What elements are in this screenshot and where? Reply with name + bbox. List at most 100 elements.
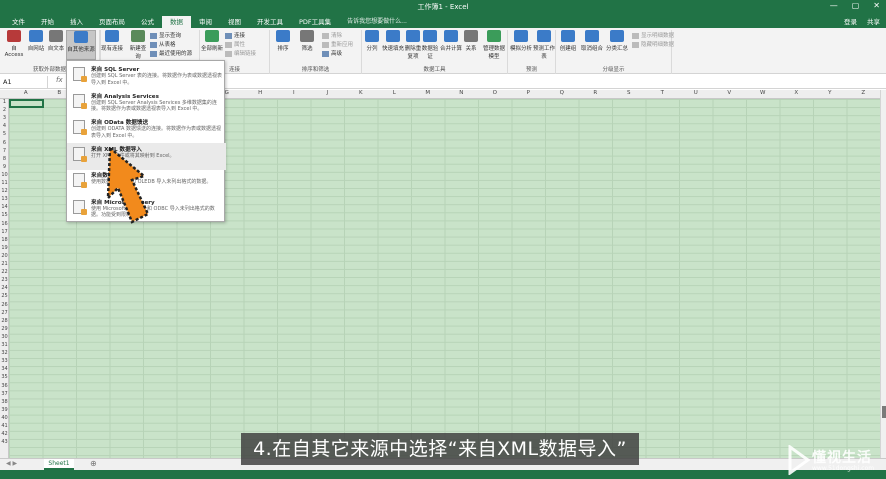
ribbon-button-12[interactable]: 数据验证: [420, 30, 440, 60]
ribbon-button-0[interactable]: 自 Access: [2, 30, 26, 60]
column-header[interactable]: N: [445, 90, 479, 96]
row-header[interactable]: 25: [0, 293, 9, 299]
name-box[interactable]: A1: [0, 76, 48, 88]
row-header[interactable]: 17: [0, 229, 9, 235]
edit-links-button[interactable]: 编辑链接: [225, 49, 256, 57]
ribbon-button-15[interactable]: 管理数据模型: [482, 30, 506, 60]
ribbon-button-13[interactable]: 合并计算: [440, 30, 462, 60]
row-header[interactable]: 38: [0, 399, 9, 405]
row-header[interactable]: 26: [0, 302, 9, 308]
row-header[interactable]: 36: [0, 383, 9, 389]
tab-5[interactable]: 数据: [162, 16, 191, 28]
row-header[interactable]: 4: [0, 123, 9, 129]
ribbon-button-2[interactable]: 自文本: [46, 30, 66, 60]
row-header[interactable]: 8: [0, 156, 9, 162]
row-header[interactable]: 12: [0, 188, 9, 194]
row-header[interactable]: 27: [0, 310, 9, 316]
column-header[interactable]: Q: [545, 90, 579, 96]
row-header[interactable]: 31: [0, 342, 9, 348]
sheet-nav-arrows[interactable]: ◀ ▶: [6, 460, 17, 467]
tab-9[interactable]: PDF工具集: [291, 16, 339, 28]
column-header[interactable]: R: [579, 90, 613, 96]
row-header[interactable]: 18: [0, 237, 9, 243]
advanced-filter-button[interactable]: 高级: [322, 49, 342, 57]
vertical-scrollbar[interactable]: [880, 90, 886, 458]
row-header[interactable]: 23: [0, 277, 9, 283]
row-header[interactable]: 30: [0, 334, 9, 340]
ribbon-button-14[interactable]: 关系: [462, 30, 480, 60]
close-button[interactable]: ✕: [873, 1, 880, 10]
reapply-button[interactable]: 重新应用: [322, 40, 353, 48]
row-header[interactable]: 5: [0, 131, 9, 137]
row-header[interactable]: 29: [0, 326, 9, 332]
row-header[interactable]: 7: [0, 148, 9, 154]
row-header[interactable]: 40: [0, 415, 9, 421]
connections-button[interactable]: 连接: [225, 31, 245, 39]
row-header[interactable]: 10: [0, 172, 9, 178]
row-header[interactable]: 20: [0, 253, 9, 259]
ribbon-button-7[interactable]: 排序: [272, 30, 294, 60]
tab-7[interactable]: 视图: [220, 16, 249, 28]
ribbon-button-1[interactable]: 自网站: [26, 30, 46, 60]
fx-icon[interactable]: fx: [56, 76, 63, 84]
row-header[interactable]: 14: [0, 204, 9, 210]
dropdown-item-1[interactable]: 来自 Analysis Services 创建到 SQL Server Analy…: [67, 90, 226, 117]
row-header[interactable]: 16: [0, 221, 9, 227]
column-header[interactable]: S: [612, 90, 646, 96]
tab-0[interactable]: 文件: [4, 16, 33, 28]
column-header[interactable]: T: [646, 90, 680, 96]
tab-6[interactable]: 审阅: [191, 16, 220, 28]
tab-2[interactable]: 插入: [62, 16, 91, 28]
ribbon-button-16[interactable]: 模拟分析: [510, 30, 532, 60]
column-header[interactable]: O: [478, 90, 512, 96]
tell-me-search[interactable]: 告诉我您想要做什么...: [347, 16, 407, 28]
maximize-button[interactable]: ▢: [852, 1, 860, 10]
scroll-thumb[interactable]: [882, 406, 886, 418]
show-query-button[interactable]: 显示查询: [150, 31, 181, 39]
column-header[interactable]: A: [9, 90, 43, 96]
sheet-tab-sheet1[interactable]: Sheet1: [44, 459, 74, 470]
ribbon-button-9[interactable]: 分列: [362, 30, 382, 60]
recent-sources-button[interactable]: 最近使用的源: [150, 49, 192, 57]
ribbon-button-17[interactable]: 预测工作表: [532, 30, 556, 60]
ribbon-button-19[interactable]: 取消组合: [580, 30, 604, 60]
row-header[interactable]: 35: [0, 374, 9, 380]
minimize-button[interactable]: —: [830, 1, 838, 10]
row-header[interactable]: 19: [0, 245, 9, 251]
column-header[interactable]: L: [378, 90, 412, 96]
row-header[interactable]: 42: [0, 431, 9, 437]
row-header[interactable]: 37: [0, 391, 9, 397]
tab-1[interactable]: 开始: [33, 16, 62, 28]
column-header[interactable]: V: [713, 90, 747, 96]
column-header[interactable]: Y: [813, 90, 847, 96]
row-header[interactable]: 28: [0, 318, 9, 324]
column-header[interactable]: X: [780, 90, 814, 96]
row-header[interactable]: 15: [0, 212, 9, 218]
column-header[interactable]: M: [411, 90, 445, 96]
show-detail-button[interactable]: 显示明细数据: [632, 31, 674, 39]
dropdown-item-0[interactable]: 来自 SQL Server 创建到 SQL Server 表的连接。将数据作为表或…: [67, 63, 226, 90]
row-header[interactable]: 3: [0, 115, 9, 121]
ribbon-button-10[interactable]: 快速填充: [382, 30, 404, 60]
column-header[interactable]: I: [277, 90, 311, 96]
hide-detail-button[interactable]: 隐藏明细数据: [632, 40, 674, 48]
ribbon-button-5[interactable]: 新建查询: [128, 30, 148, 60]
row-header[interactable]: 22: [0, 269, 9, 275]
share-button[interactable]: 共享: [867, 16, 880, 26]
row-header[interactable]: 39: [0, 407, 9, 413]
row-header[interactable]: 21: [0, 261, 9, 267]
ribbon-button-3[interactable]: 自其他来源: [66, 30, 96, 60]
row-header[interactable]: 34: [0, 366, 9, 372]
row-header[interactable]: 1: [0, 99, 9, 105]
ribbon-button-20[interactable]: 分类汇总: [604, 30, 630, 60]
row-header[interactable]: 6: [0, 140, 9, 146]
row-header[interactable]: 13: [0, 196, 9, 202]
from-table-button[interactable]: 从表格: [150, 40, 176, 48]
row-header[interactable]: 43: [0, 439, 9, 445]
clear-filter-button[interactable]: 清除: [322, 31, 342, 39]
column-header[interactable]: H: [244, 90, 278, 96]
dropdown-item-2[interactable]: 来自 OData 数据馈送 创建到 ODATA 数据馈送的连接。将数据作为表或数据…: [67, 116, 226, 143]
ribbon-button-6[interactable]: 全部刷新: [200, 30, 224, 60]
column-header[interactable]: W: [746, 90, 780, 96]
column-header[interactable]: P: [512, 90, 546, 96]
